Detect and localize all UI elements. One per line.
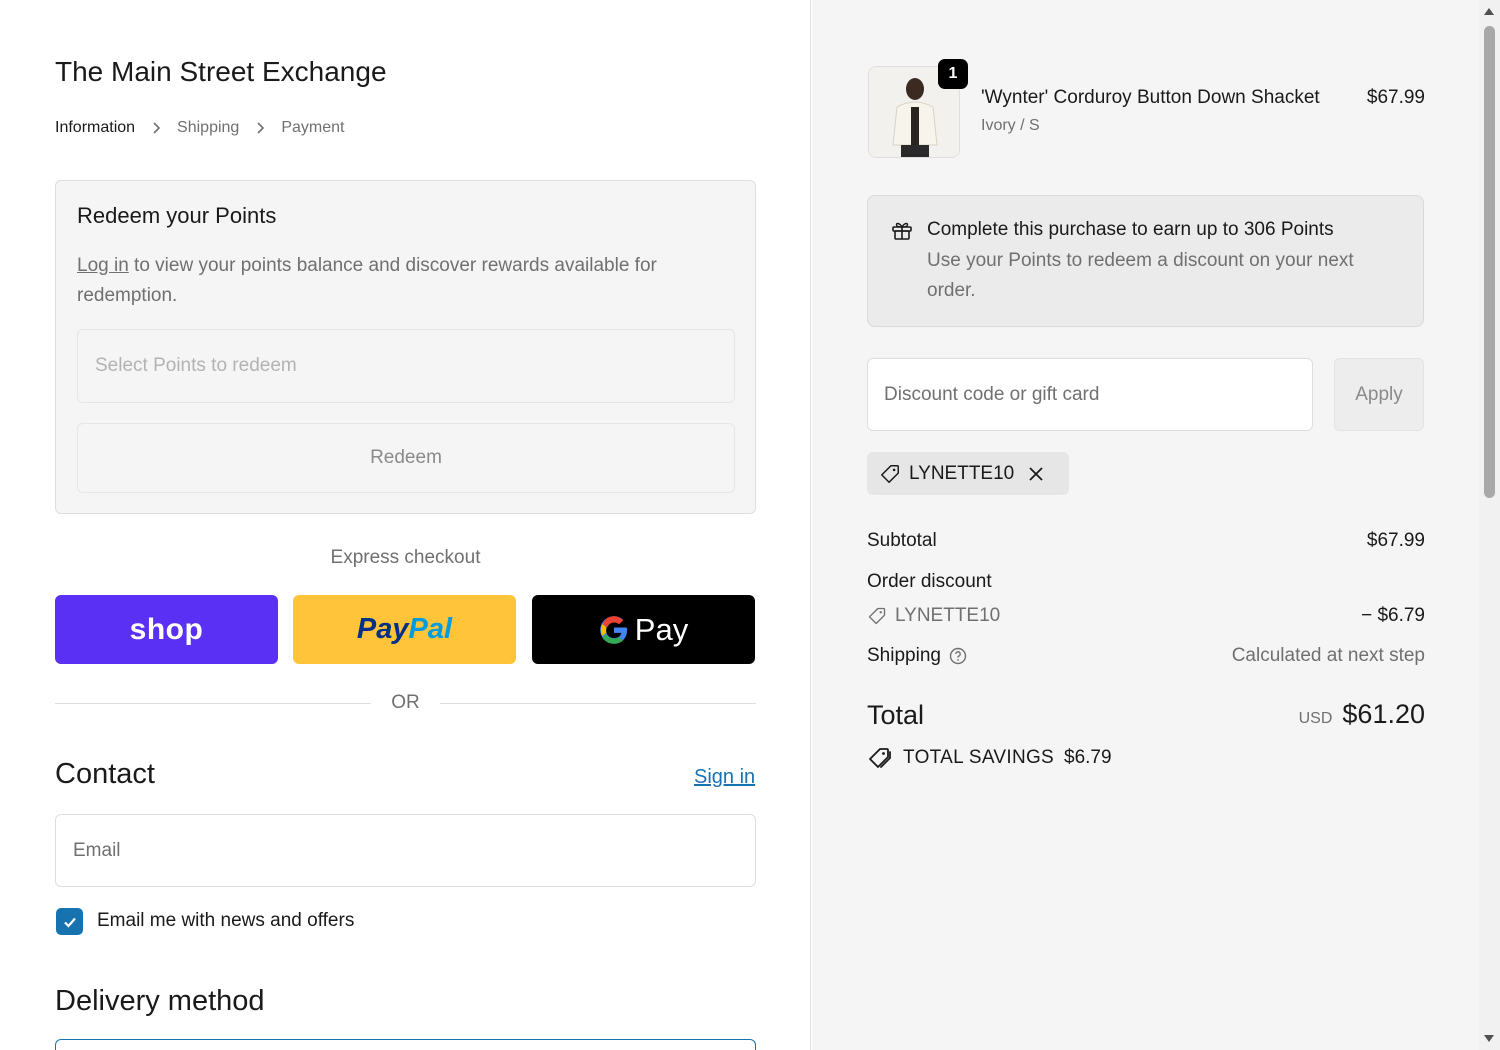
total-savings-label: TOTAL SAVINGS — [903, 747, 1055, 768]
chevron-right-icon — [149, 121, 163, 135]
breadcrumb: Information Shipping Payment — [55, 119, 344, 137]
earn-points-box: Complete this purchase to earn up to 306… — [867, 195, 1424, 327]
breadcrumb-information[interactable]: Information — [55, 119, 135, 137]
apply-discount-button[interactable]: Apply — [1334, 358, 1424, 431]
earn-points-description: Use your Points to redeem a discount on … — [927, 250, 1354, 301]
paypal-button[interactable]: PayPal — [293, 595, 516, 664]
newsletter-checkbox[interactable] — [56, 908, 83, 935]
email-input[interactable] — [55, 814, 756, 887]
shop-title: The Main Street Exchange — [55, 56, 387, 87]
points-select-dropdown[interactable]: Select Points to redeem — [77, 329, 735, 403]
newsletter-label: Email me with news and offers — [97, 910, 355, 931]
delivery-option[interactable] — [55, 1039, 756, 1050]
redeem-points-box: Redeem your Points Log in to view your p… — [55, 180, 756, 514]
shipping-label: Shipping — [867, 645, 941, 666]
google-pay-label: Pay — [634, 611, 689, 647]
discount-code-input[interactable] — [867, 358, 1313, 431]
chevron-right-icon — [253, 121, 267, 135]
help-circle-icon[interactable] — [949, 647, 967, 665]
delivery-heading: Delivery method — [55, 985, 265, 1017]
redeem-button[interactable]: Redeem — [77, 423, 735, 493]
subtotal-label: Subtotal — [867, 530, 937, 551]
page-scrollbar[interactable] — [1479, 0, 1500, 1050]
order-discount-label: Order discount — [867, 571, 992, 592]
total-label: Total — [867, 700, 925, 730]
login-link[interactable]: Log in — [77, 255, 129, 276]
checkout-main-panel: The Main Street Exchange Information Shi… — [0, 0, 811, 1050]
gift-icon — [892, 222, 912, 240]
tag-icon — [881, 464, 899, 483]
shipping-value: Calculated at next step — [1231, 645, 1425, 666]
product-name: 'Wynter' Corduroy Button Down Shacket — [981, 87, 1320, 108]
shop-pay-label: shop — [129, 612, 204, 646]
order-discount-code: LYNETTE10 — [867, 605, 1000, 627]
scroll-thumb[interactable] — [1484, 26, 1495, 498]
scroll-down-arrow[interactable] — [1484, 1035, 1494, 1042]
total-value-group: USD $61.20 — [1299, 699, 1425, 730]
google-pay-button[interactable]: Pay — [532, 595, 755, 664]
breadcrumb-shipping: Shipping — [177, 119, 240, 136]
express-checkout-label: Express checkout — [330, 547, 481, 568]
product-price: $67.99 — [1366, 87, 1425, 108]
quantity-badge: 1 — [938, 59, 968, 89]
breadcrumb-payment: Payment — [281, 119, 345, 136]
contact-heading: Contact — [55, 758, 155, 790]
subtotal-value: $67.99 — [1366, 530, 1425, 551]
shop-pay-button[interactable]: shop — [55, 595, 278, 664]
close-icon[interactable] — [1026, 464, 1046, 484]
total-amount: $61.20 — [1342, 699, 1425, 729]
or-label: OR — [391, 692, 420, 713]
or-divider: OR — [55, 690, 756, 716]
order-discount-code-text: LYNETTE10 — [895, 605, 1001, 626]
scroll-up-arrow[interactable] — [1484, 8, 1494, 15]
redeem-points-description-text: to view your points balance and discover… — [77, 255, 657, 306]
sign-in-link[interactable]: Sign in — [694, 766, 755, 789]
total-currency: USD — [1298, 710, 1333, 727]
google-g-icon — [600, 615, 627, 644]
redeem-points-description: Log in to view your points balance and d… — [77, 251, 717, 311]
earn-points-title: Complete this purchase to earn up to 306… — [927, 219, 1334, 240]
redeem-points-title: Redeem your Points — [77, 203, 277, 228]
total-savings-value: $6.79 — [1064, 747, 1112, 768]
applied-discount-code: LYNETTE10 — [909, 462, 1015, 484]
total-savings-row: TOTAL SAVINGS $6.79 — [867, 746, 1112, 770]
checkmark-icon — [63, 917, 76, 928]
applied-discount-chip: LYNETTE10 — [867, 452, 1069, 495]
paypal-logo: PayPal — [356, 613, 453, 645]
tag-icon — [868, 607, 886, 625]
order-discount-value: − $6.79 — [1361, 605, 1425, 626]
tags-icon — [869, 748, 891, 768]
product-variant: Ivory / S — [981, 117, 1040, 134]
shipping-row: Shipping — [867, 645, 967, 667]
